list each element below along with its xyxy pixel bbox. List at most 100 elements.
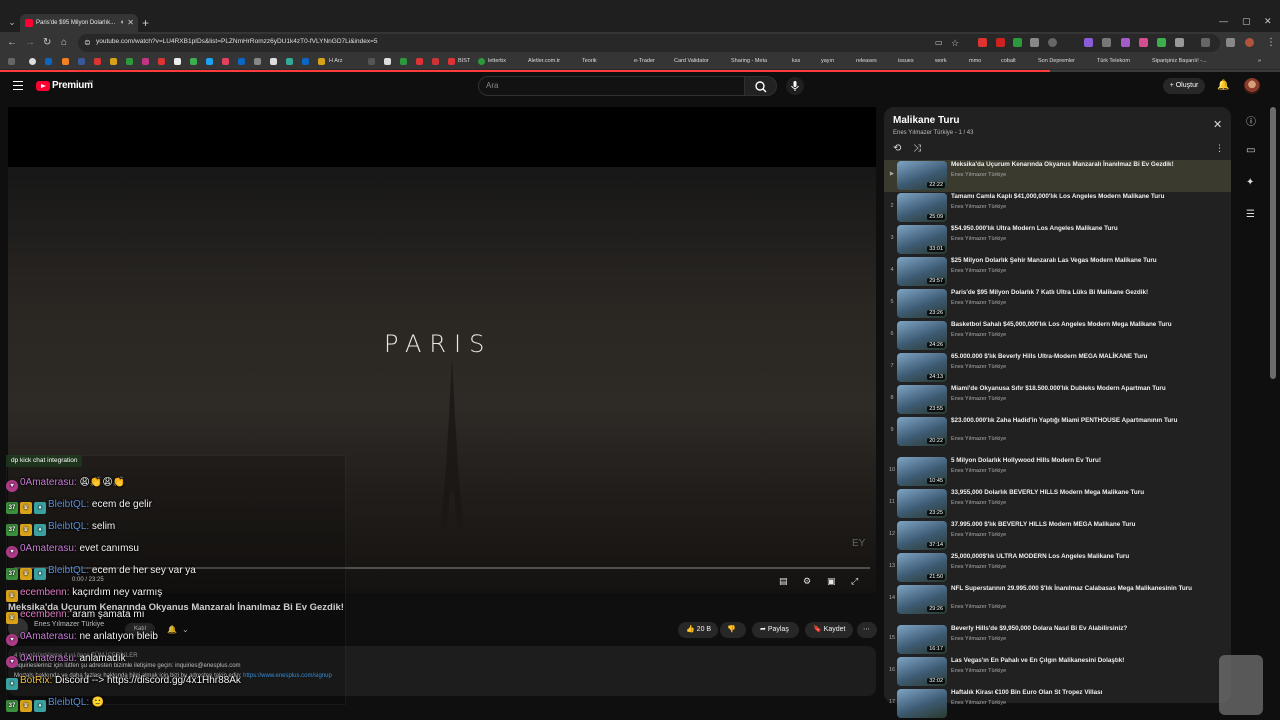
avatar[interactable]: [1244, 78, 1260, 94]
bookmark-item[interactable]: BIST: [458, 58, 470, 64]
playlist-item[interactable]: 9 20:22 $23.000.000'lık Zaha Hadid'in Yapt…: [884, 416, 1231, 456]
tab-list-icon[interactable]: ⌄: [4, 16, 20, 28]
playlist-item-title[interactable]: 25,000,000$'lık ULTRA MODERN Los Angeles…: [951, 553, 1196, 561]
miniplayer-icon[interactable]: ▣: [827, 576, 836, 587]
hamburger-menu-icon[interactable]: [13, 81, 23, 90]
youtube-logo-icon[interactable]: [36, 81, 50, 91]
chat-username[interactable]: ecembenn:: [20, 609, 72, 620]
video-thumbnail[interactable]: 32:02: [897, 657, 947, 686]
instagram-icon[interactable]: [142, 58, 149, 65]
video-thumbnail[interactable]: 20:22: [897, 417, 947, 446]
playlist-item[interactable]: 14 29:26 NFL Superstarının 29.995.000 $'lı…: [884, 584, 1231, 624]
minimize-icon[interactable]: —: [1219, 16, 1228, 26]
playlist-item[interactable]: 3 33:01 $54.950.000'lık Ultra Modern Los A…: [884, 224, 1231, 256]
dislike-button[interactable]: 👎: [720, 622, 746, 638]
video-thumbnail[interactable]: 37:14: [897, 521, 947, 550]
extension-icon[interactable]: [1139, 38, 1148, 47]
bookmark-item[interactable]: Teorik: [582, 58, 597, 64]
playlist-item-title[interactable]: 65.000.000 $'lık Beverly Hills Ultra-Mod…: [951, 353, 1196, 361]
playlist-item-title[interactable]: Miami'de Okyanusa Sıfır $18.500.000'lık …: [951, 385, 1196, 393]
bookmark-icon[interactable]: [78, 58, 85, 65]
browser-tab[interactable]: Paris'de $95 Milyon Dolarlık... ◖ ✕: [20, 14, 138, 32]
bookmark-icon[interactable]: [110, 58, 117, 65]
playlist-item[interactable]: 5 23:26 Paris'de $95 Milyon Dolarlık 7 Kat…: [884, 288, 1231, 320]
bookmark-icon[interactable]: [432, 58, 439, 65]
floating-widget[interactable]: [1219, 655, 1263, 715]
playlist-more-icon[interactable]: ⋮: [1215, 143, 1224, 154]
bookmark-item[interactable]: cobalt: [1001, 58, 1016, 64]
bookmark-icon[interactable]: [302, 58, 309, 65]
playlist-item[interactable]: 8 23:55 Miami'de Okyanusa Sıfır $18.500.00…: [884, 384, 1231, 416]
bookmark-icon[interactable]: [448, 58, 455, 65]
video-thumbnail[interactable]: [897, 689, 947, 718]
bookmark-item[interactable]: Siparişiniz Başarılı! -...: [1152, 58, 1207, 64]
close-tab-icon[interactable]: ✕: [127, 14, 134, 32]
playlist-item[interactable]: 16 32:02 Las Vegas'ın En Pahalı ve En Çılg…: [884, 656, 1231, 688]
bookmark-item[interactable]: H Arz: [329, 58, 342, 64]
playlist-item-title[interactable]: 37.995.000 $'lık BEVERLY HILLS Modern ME…: [951, 521, 1196, 529]
bookmark-icon[interactable]: [416, 58, 423, 65]
new-tab-icon[interactable]: +: [142, 14, 149, 32]
video-thumbnail[interactable]: 23:25: [897, 489, 947, 518]
site-info-icon[interactable]: ⊜: [84, 37, 91, 49]
forward-icon[interactable]: →: [25, 37, 35, 49]
video-thumbnail[interactable]: 21:50: [897, 553, 947, 582]
video-thumbnail[interactable]: 23:26: [897, 289, 947, 318]
profile-avatar-icon[interactable]: [1245, 38, 1254, 47]
bookmark-item[interactable]: Aletler.com.tr: [528, 58, 560, 64]
chat-username[interactable]: 0Amaterasu:: [20, 653, 79, 664]
loop-icon[interactable]: ⟲: [893, 143, 901, 154]
playlist-item[interactable]: 17 Haftalık Kirası €100 Bin Euro Olan St …: [884, 688, 1231, 720]
info-icon[interactable]: ⓘ: [1246, 113, 1256, 128]
extension-icon[interactable]: [1102, 38, 1111, 47]
playlist-item-title[interactable]: Beverly Hills'de $9,950,000 Dolara Nasıl…: [951, 625, 1196, 633]
extension-icon[interactable]: [978, 38, 987, 47]
bookmark-item[interactable]: Türk Telekom: [1097, 58, 1130, 64]
save-button[interactable]: 🔖 Kaydet: [805, 622, 853, 638]
playlist-item-title[interactable]: Paris'de $95 Milyon Dolarlık 7 Katlı Ult…: [951, 289, 1196, 297]
bookmark-item[interactable]: Son Depremler: [1038, 58, 1075, 64]
page-scrollbar[interactable]: [1270, 107, 1276, 379]
playlist-item[interactable]: 12 37:14 37.995.000 $'lık BEVERLY HILLS Mo…: [884, 520, 1231, 552]
bookmark-item[interactable]: Sharing - Meta: [731, 58, 767, 64]
github-icon[interactable]: [29, 58, 36, 65]
playlist-item-title[interactable]: $25 Milyon Dolarlık Şehir Manzaralı Las …: [951, 257, 1196, 265]
video-thumbnail[interactable]: 24:26: [897, 321, 947, 350]
reload-icon[interactable]: ↻: [43, 37, 51, 49]
home-icon[interactable]: ⌂: [61, 37, 67, 49]
cast-icon[interactable]: ▭: [935, 37, 943, 49]
x-icon[interactable]: [174, 58, 181, 65]
playlist-item-title[interactable]: 5 Milyon Dolarlık Hollywood Hills Modern…: [951, 457, 1196, 465]
settings-gear-icon[interactable]: ⚙: [803, 576, 811, 587]
video-thumbnail[interactable]: 24:13: [897, 353, 947, 382]
extension-icon[interactable]: [1030, 38, 1039, 47]
bookmark-icon[interactable]: [62, 58, 69, 65]
bookmark-icon[interactable]: [222, 58, 229, 65]
bookmark-icon[interactable]: [270, 58, 277, 65]
create-button[interactable]: + Oluştur: [1163, 78, 1205, 94]
notifications-bell-icon[interactable]: 🔔: [1217, 80, 1229, 91]
apps-icon[interactable]: [8, 58, 15, 65]
bookmark-star-icon[interactable]: ☆: [951, 37, 959, 49]
playlist-item-title[interactable]: Haftalık Kirası €100 Bin Euro Olan St Tr…: [951, 689, 1196, 697]
close-playlist-icon[interactable]: ✕: [1213, 118, 1222, 131]
voice-search-button[interactable]: [786, 77, 804, 95]
bookmark-item[interactable]: issues: [898, 58, 914, 64]
playlist-item-title[interactable]: Las Vegas'ın En Pahalı ve En Çılgın Mali…: [951, 657, 1196, 665]
bookmarks-overflow-icon[interactable]: »: [1258, 58, 1261, 64]
extension-icon[interactable]: [996, 38, 1005, 47]
video-thumbnail[interactable]: 16:17: [897, 625, 947, 654]
playlist-item-title[interactable]: Tamamı Camla Kaplı $41,000,000'lık Los A…: [951, 193, 1196, 201]
playlist-item-title[interactable]: Basketbol Sahalı $45,000,000'lık Los Ang…: [951, 321, 1196, 329]
video-thumbnail[interactable]: 23:55: [897, 385, 947, 414]
playlist-item[interactable]: 6 24:26 Basketbol Sahalı $45,000,000'lık L…: [884, 320, 1231, 352]
brand-label[interactable]: Premium: [52, 80, 93, 91]
url-text[interactable]: youtube.com/watch?v=LU4RXB1pIDs&list=PLZ…: [96, 38, 377, 45]
sparkle-icon[interactable]: ✦: [1246, 177, 1254, 188]
chat-username[interactable]: BotRix:: [20, 675, 55, 686]
more-actions-icon[interactable]: ⋯: [857, 622, 877, 638]
video-thumbnail[interactable]: 29:57: [897, 257, 947, 286]
search-button[interactable]: [745, 76, 777, 96]
chat-username[interactable]: BleibtQL:: [48, 499, 92, 510]
bookmark-icon[interactable]: [126, 58, 133, 65]
